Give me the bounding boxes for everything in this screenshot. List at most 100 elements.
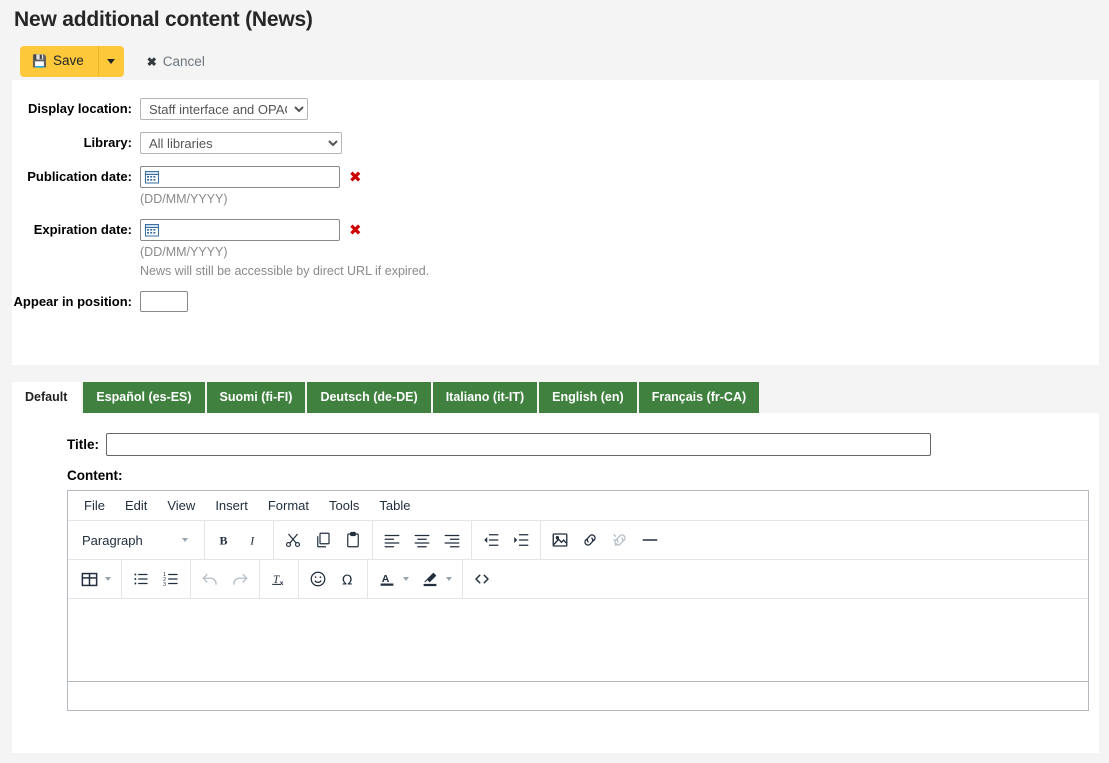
editor-menubar: File Edit View Insert Format Tools Table — [68, 491, 1088, 521]
publication-date-input[interactable] — [140, 166, 340, 188]
publication-date-label: Publication date: — [27, 169, 132, 184]
title-input[interactable] — [106, 433, 932, 456]
toolbar-group-clear-format: T x — [260, 560, 299, 598]
menu-table[interactable]: Table — [371, 493, 418, 519]
undo-icon — [195, 565, 225, 593]
appear-in-position-label: Appear in position: — [13, 294, 132, 309]
tab-fr-CA[interactable]: Français (fr-CA) — [638, 382, 760, 413]
toolbar-group-source — [463, 560, 501, 598]
menu-view[interactable]: View — [159, 493, 203, 519]
chevron-down-icon[interactable] — [446, 577, 452, 581]
align-right-icon[interactable] — [437, 526, 467, 554]
align-center-icon[interactable] — [407, 526, 437, 554]
content-tab-panel: Title: Content: File Edit View Insert Fo… — [12, 413, 1099, 753]
menu-tools[interactable]: Tools — [321, 493, 367, 519]
tab-es-ES[interactable]: Español (es-ES) — [83, 382, 205, 413]
library-field: All libraries — [140, 132, 342, 154]
numbered-list-icon[interactable]: 1 2 3 — [156, 565, 186, 593]
save-button[interactable]: 💾 Save — [20, 46, 99, 77]
clear-publication-date-button[interactable]: ✖ — [349, 170, 362, 185]
tab-fi-FI[interactable]: Suomi (fi-FI) — [206, 382, 306, 413]
caret-down-icon — [107, 59, 116, 64]
toolbar-group-colors: A — [368, 560, 463, 598]
menu-format[interactable]: Format — [260, 493, 317, 519]
menu-file[interactable]: File — [76, 493, 113, 519]
publication-date-field: ✖ (DD/MM/YYYY) — [140, 166, 362, 207]
outdent-icon[interactable] — [476, 526, 506, 554]
tab-default[interactable]: Default — [12, 382, 82, 413]
action-toolbar: 💾 Save ✖ Cancel — [0, 34, 1109, 80]
library-label: Library: — [83, 135, 132, 150]
svg-text:I: I — [249, 534, 255, 548]
save-dropdown-toggle[interactable] — [98, 46, 124, 77]
menu-edit[interactable]: Edit — [117, 493, 155, 519]
background-color-split-button — [415, 565, 458, 593]
horizontal-rule-icon[interactable] — [635, 526, 665, 554]
editor-toolbar-row-1: Paragraph B I — [68, 521, 1088, 560]
expiration-date-label: Expiration date: — [33, 222, 132, 237]
table-split-button — [74, 565, 117, 593]
field-row-library: Library: All libraries — [12, 132, 1099, 154]
cancel-button[interactable]: ✖ Cancel — [141, 49, 211, 74]
toolbar-group-align — [373, 521, 472, 559]
tab-en[interactable]: English (en) — [539, 382, 637, 413]
chevron-down-icon[interactable] — [403, 577, 409, 581]
clear-formatting-icon[interactable]: T x — [264, 565, 294, 593]
special-character-icon[interactable]: Ω — [333, 565, 363, 593]
appear-in-position-input[interactable] — [140, 291, 188, 312]
copy-icon[interactable] — [308, 526, 338, 554]
bold-icon[interactable]: B — [209, 526, 239, 554]
floppy-disk-icon: 💾 — [32, 54, 47, 68]
chevron-down-icon[interactable] — [105, 577, 111, 581]
display-location-label: Display location: — [27, 101, 132, 116]
text-color-icon[interactable]: A — [372, 565, 402, 593]
display-location-field: Staff interface and OPAC — [140, 98, 308, 120]
source-code-icon[interactable] — [467, 565, 497, 593]
field-row-display-location: Display location: Staff interface and OP… — [12, 98, 1099, 120]
cut-icon[interactable] — [278, 526, 308, 554]
toolbar-group-symbols: Ω — [299, 560, 368, 598]
emoticon-icon[interactable] — [303, 565, 333, 593]
toolbar-group-insert — [541, 521, 669, 559]
align-left-icon[interactable] — [377, 526, 407, 554]
background-color-icon[interactable] — [415, 565, 445, 593]
indent-icon[interactable] — [506, 526, 536, 554]
library-select[interactable]: All libraries — [140, 132, 342, 154]
expiration-date-field: ✖ (DD/MM/YYYY) News will still be access… — [140, 219, 429, 279]
clear-expiration-date-button[interactable]: ✖ — [349, 223, 362, 238]
expiration-date-hint: (DD/MM/YYYY) — [140, 245, 228, 259]
menu-insert[interactable]: Insert — [207, 493, 256, 519]
editor-content-area[interactable] — [68, 599, 1088, 682]
table-icon[interactable] — [74, 565, 104, 593]
insert-image-icon[interactable] — [545, 526, 575, 554]
expiration-date-note: News will still be accessible by direct … — [140, 264, 430, 278]
toolbar-group-indent — [472, 521, 541, 559]
paste-icon[interactable] — [338, 526, 368, 554]
field-row-appear-in-position: Appear in position: — [12, 291, 1099, 312]
toolbar-group-lists: 1 2 3 — [122, 560, 191, 598]
text-color-split-button: A — [372, 565, 415, 593]
expiration-date-input[interactable] — [140, 219, 340, 241]
toolbar-group-history — [191, 560, 260, 598]
format-block-select[interactable]: Paragraph — [74, 526, 200, 554]
toolbar-group-format: Paragraph — [70, 521, 205, 559]
display-location-select[interactable]: Staff interface and OPAC — [140, 98, 308, 120]
page-title: New additional content (News) — [14, 8, 313, 31]
settings-form-panel: Display location: Staff interface and OP… — [12, 80, 1099, 365]
unlink-icon — [605, 526, 635, 554]
editor-status-bar — [68, 682, 1088, 710]
bullet-list-icon[interactable] — [126, 565, 156, 593]
svg-text:x: x — [280, 580, 284, 587]
title-field-row: Title: — [12, 433, 1099, 456]
x-icon: ✖ — [146, 54, 157, 69]
publication-date-input-wrap — [140, 166, 340, 188]
tab-de-DE[interactable]: Deutsch (de-DE) — [307, 382, 431, 413]
svg-text:3: 3 — [163, 582, 166, 588]
tab-it-IT[interactable]: Italiano (it-IT) — [432, 382, 538, 413]
cancel-button-label: Cancel — [162, 54, 205, 69]
italic-icon[interactable]: I — [239, 526, 269, 554]
language-tab-bar: Default Español (es-ES) Suomi (fi-FI) De… — [0, 381, 1109, 413]
insert-link-icon[interactable] — [575, 526, 605, 554]
publication-date-input-line: ✖ — [140, 166, 362, 188]
expiration-date-input-line: ✖ — [140, 219, 429, 241]
